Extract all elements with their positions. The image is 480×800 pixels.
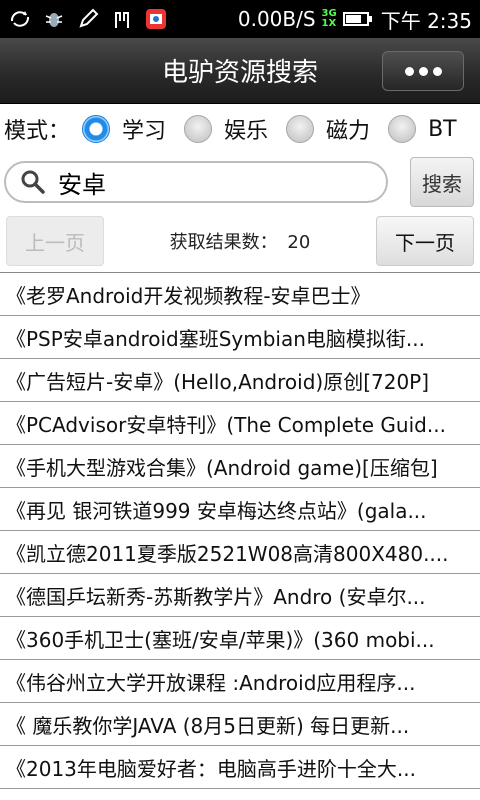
clock: 下午 2:35 (380, 8, 472, 33)
result-title: 《2013年电脑爱好者：电脑高手进阶十全大... (6, 756, 416, 781)
more-dot-icon (404, 66, 414, 76)
result-title: 《再见 银河铁道999 安卓梅达终点站》(gala... (6, 498, 427, 523)
mode-option-label: 娱乐 (224, 119, 269, 144)
mode-label: 模式： (4, 119, 71, 144)
result-title: 《老罗Android开发视频教程-安卓巴士》 (6, 283, 371, 308)
result-title: 《德国乒坛新秀-苏斯教学片》Andro (安卓尔... (6, 584, 426, 609)
radio-unchecked-icon[interactable] (388, 115, 417, 143)
more-dot-icon (418, 66, 428, 76)
result-title: 《凯立德2011夏季版2521W08高清800X480.... (6, 541, 449, 566)
mode-option-label: 学习 (122, 119, 167, 144)
result-title: 《PCAdvisor安卓特刊》(The Complete Guid... (6, 412, 446, 437)
search-icon (21, 170, 45, 194)
result-count: 获取结果数： 20 (104, 228, 376, 254)
list-item[interactable]: 《360手机卫士(塞班/安卓/苹果)》(360 mobi... (0, 617, 480, 660)
result-title: 《广告短片-安卓》(Hello,Android)原创[720P] (6, 369, 430, 394)
battery-icon (342, 12, 372, 26)
search-button[interactable]: 搜索 (410, 157, 474, 207)
list-item[interactable]: 《 魔乐教你学JAVA (8月5日更新) 每日更新... (0, 703, 480, 746)
pager: 上一页 获取结果数： 20 下一页 (0, 210, 480, 272)
list-item[interactable]: 《德国乒坛新秀-苏斯教学片》Andro (安卓尔... (0, 574, 480, 617)
mode-option-entertainment[interactable]: 娱乐 (184, 113, 268, 145)
network-speed: 0.00B/S (237, 7, 316, 31)
notification-icons (8, 7, 168, 31)
results-list: 《老罗Android开发视频教程-安卓巴士》 《PSP安卓android塞班Sy… (0, 272, 480, 789)
list-item[interactable]: 《凯立德2011夏季版2521W08高清800X480.... (0, 531, 480, 574)
radio-unchecked-icon[interactable] (286, 115, 315, 143)
list-item[interactable]: 《再见 银河铁道999 安卓梅达终点站》(gala... (0, 488, 480, 531)
signal-indicator: 3G 1X (322, 9, 337, 29)
pen-icon (76, 7, 100, 31)
search-input[interactable] (56, 167, 350, 197)
mode-option-study[interactable]: 学习 (82, 113, 166, 145)
result-title: 《 魔乐教你学JAVA (8月5日更新) 每日更新... (6, 713, 410, 738)
status-right: 0.00B/S 3G 1X 下午 2:35 (238, 5, 472, 34)
signal-1x-label: 1X (321, 18, 337, 29)
list-item[interactable]: 《老罗Android开发视频教程-安卓巴士》 (0, 273, 480, 316)
list-item[interactable]: 《PCAdvisor安卓特刊》(The Complete Guid... (0, 402, 480, 445)
result-count-label: 获取结果数： (169, 232, 278, 253)
search-bar: 搜索 (0, 154, 480, 210)
result-title: 《360手机卫士(塞班/安卓/苹果)》(360 mobi... (6, 627, 435, 652)
mode-selector: 模式： 学习 娱乐 磁力 BT (0, 104, 480, 154)
list-item[interactable]: 《2013年电脑爱好者：电脑高手进阶十全大... (0, 746, 480, 789)
status-bar: 0.00B/S 3G 1X 下午 2:35 (0, 0, 480, 38)
radio-checked-icon[interactable] (82, 115, 111, 143)
usb-icon (110, 7, 134, 31)
more-dot-icon (432, 66, 442, 76)
mode-option-label: BT (428, 116, 457, 142)
result-title: 《手机大型游戏合集》(Android game)[压缩包] (6, 455, 438, 480)
list-item[interactable]: 《广告短片-安卓》(Hello,Android)原创[720P] (0, 359, 480, 402)
mode-option-label: 磁力 (326, 119, 371, 144)
list-item[interactable]: 《PSP安卓android塞班Symbian电脑模拟街... (0, 316, 480, 359)
result-count-value: 20 (287, 232, 311, 253)
search-box[interactable] (4, 161, 388, 203)
result-title: 《PSP安卓android塞班Symbian电脑模拟街... (6, 326, 425, 351)
list-item[interactable]: 《伟谷州立大学开放课程 :Android应用程序... (0, 660, 480, 703)
sync-icon (8, 7, 32, 31)
prev-page-button[interactable]: 上一页 (6, 216, 104, 266)
bug-icon (42, 7, 66, 31)
more-menu-button[interactable] (382, 51, 464, 91)
app-store-icon (144, 7, 168, 31)
list-item[interactable]: 《手机大型游戏合集》(Android game)[压缩包] (0, 445, 480, 488)
title-bar: 电驴资源搜索 (0, 38, 480, 104)
next-page-button[interactable]: 下一页 (376, 216, 474, 266)
mode-option-magnet[interactable]: 磁力 (286, 113, 370, 145)
result-title: 《伟谷州立大学开放课程 :Android应用程序... (6, 670, 416, 695)
mode-option-bt[interactable]: BT (388, 115, 457, 143)
radio-unchecked-icon[interactable] (184, 115, 213, 143)
